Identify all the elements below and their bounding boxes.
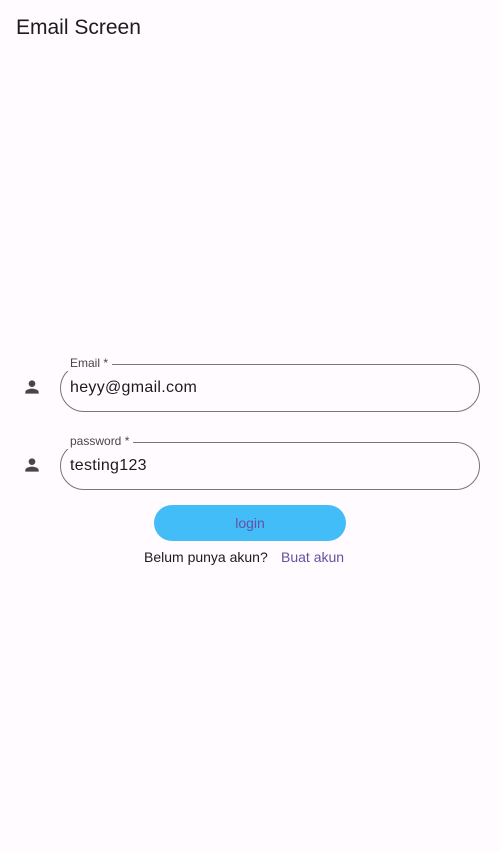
create-account-link[interactable]: Buat akun	[281, 548, 344, 566]
password-field-label: password *	[66, 434, 134, 449]
signup-row: Belum punya akun? Buat akun	[0, 548, 500, 568]
password-field-value[interactable]: testing123	[70, 456, 147, 476]
login-button[interactable]: login	[154, 505, 346, 541]
app-bar: Email Screen	[0, 0, 500, 56]
page-title: Email Screen	[16, 16, 141, 39]
person-icon	[22, 377, 42, 397]
email-field-value[interactable]: heyy@gmail.com	[70, 378, 197, 398]
password-field-row: password * testing123	[0, 434, 500, 490]
email-field-label: Email *	[66, 356, 113, 371]
signup-prompt: Belum punya akun?	[144, 549, 268, 565]
email-field-row: Email * heyy@gmail.com	[0, 356, 500, 412]
person-icon	[22, 455, 42, 475]
